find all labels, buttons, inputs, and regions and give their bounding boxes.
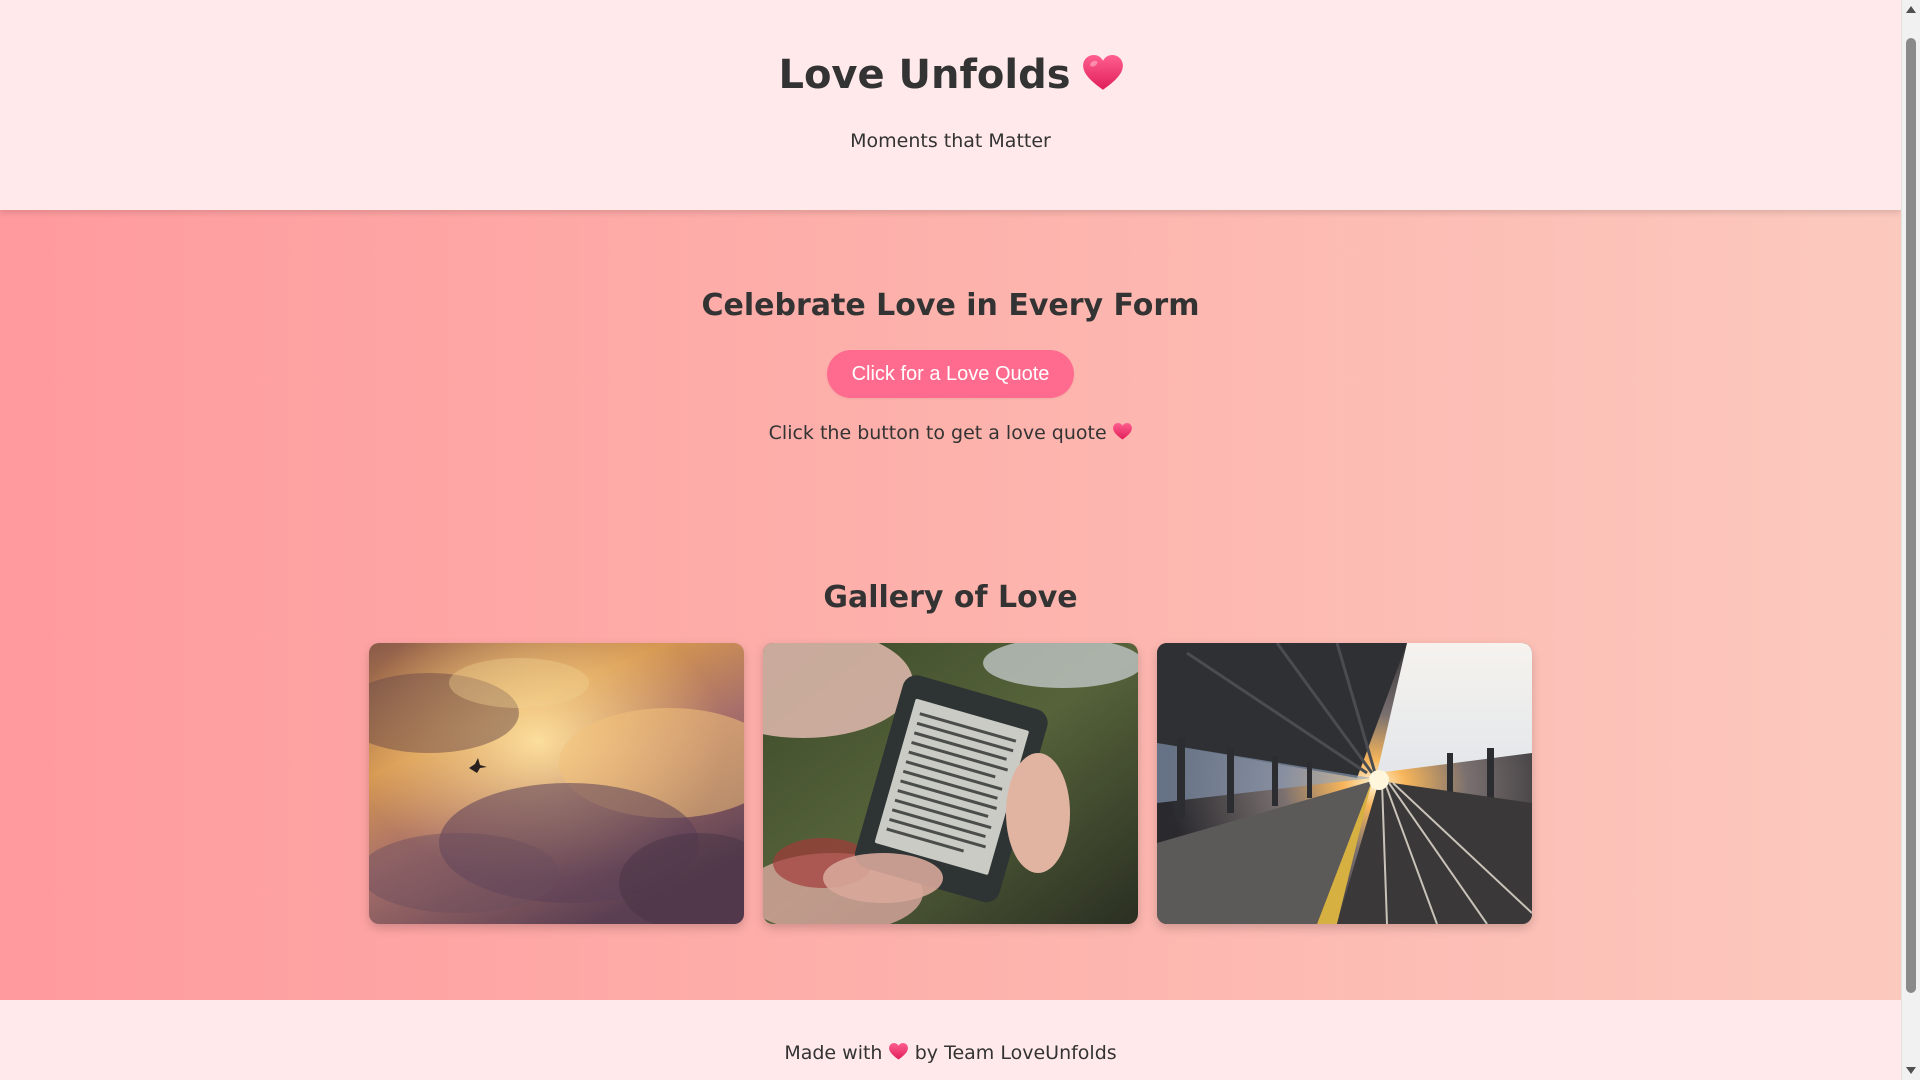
scroll-down-arrow-icon[interactable] [1906, 1067, 1916, 1074]
footer-team: by Team LoveUnfolds [914, 1042, 1117, 1064]
quote-text: Click the button to get a love quote [0, 420, 1901, 446]
viewport: Love Unfolds Moments that Matter Celebra… [0, 0, 1901, 1080]
heart-icon [889, 1043, 909, 1060]
gallery-image-ereader [763, 643, 1138, 924]
gallery-title: Gallery of Love [823, 580, 1078, 615]
heart-icon [1113, 423, 1133, 440]
page: Love Unfolds Moments that Matter Celebra… [0, 0, 1920, 1080]
footer-made-with: Made with [784, 1042, 883, 1064]
scroll-up-arrow-icon[interactable] [1906, 6, 1916, 13]
site-header: Love Unfolds Moments that Matter [0, 0, 1901, 210]
love-quote-button[interactable]: Click for a Love Quote [827, 350, 1074, 398]
scrollbar-thumb[interactable] [1906, 38, 1916, 993]
site-footer: Made with by Team LoveUnfolds [0, 1000, 1901, 1080]
site-title-text: Love Unfolds [778, 52, 1071, 98]
gallery-image-train-platform [1157, 643, 1532, 924]
vertical-scrollbar[interactable] [1901, 0, 1920, 1080]
gallery-image-sunset-bird [369, 643, 744, 924]
footer-text: Made with by Team LoveUnfolds [0, 1040, 1901, 1066]
quote-text-label: Click the button to get a love quote [768, 422, 1107, 444]
site-tagline: Moments that Matter [850, 130, 1051, 152]
celebrate-title: Celebrate Love in Every Form [701, 288, 1200, 323]
heart-icon [1082, 55, 1123, 91]
main-section: Celebrate Love in Every Form Click for a… [0, 210, 1901, 1000]
site-title: Love Unfolds [0, 48, 1901, 102]
